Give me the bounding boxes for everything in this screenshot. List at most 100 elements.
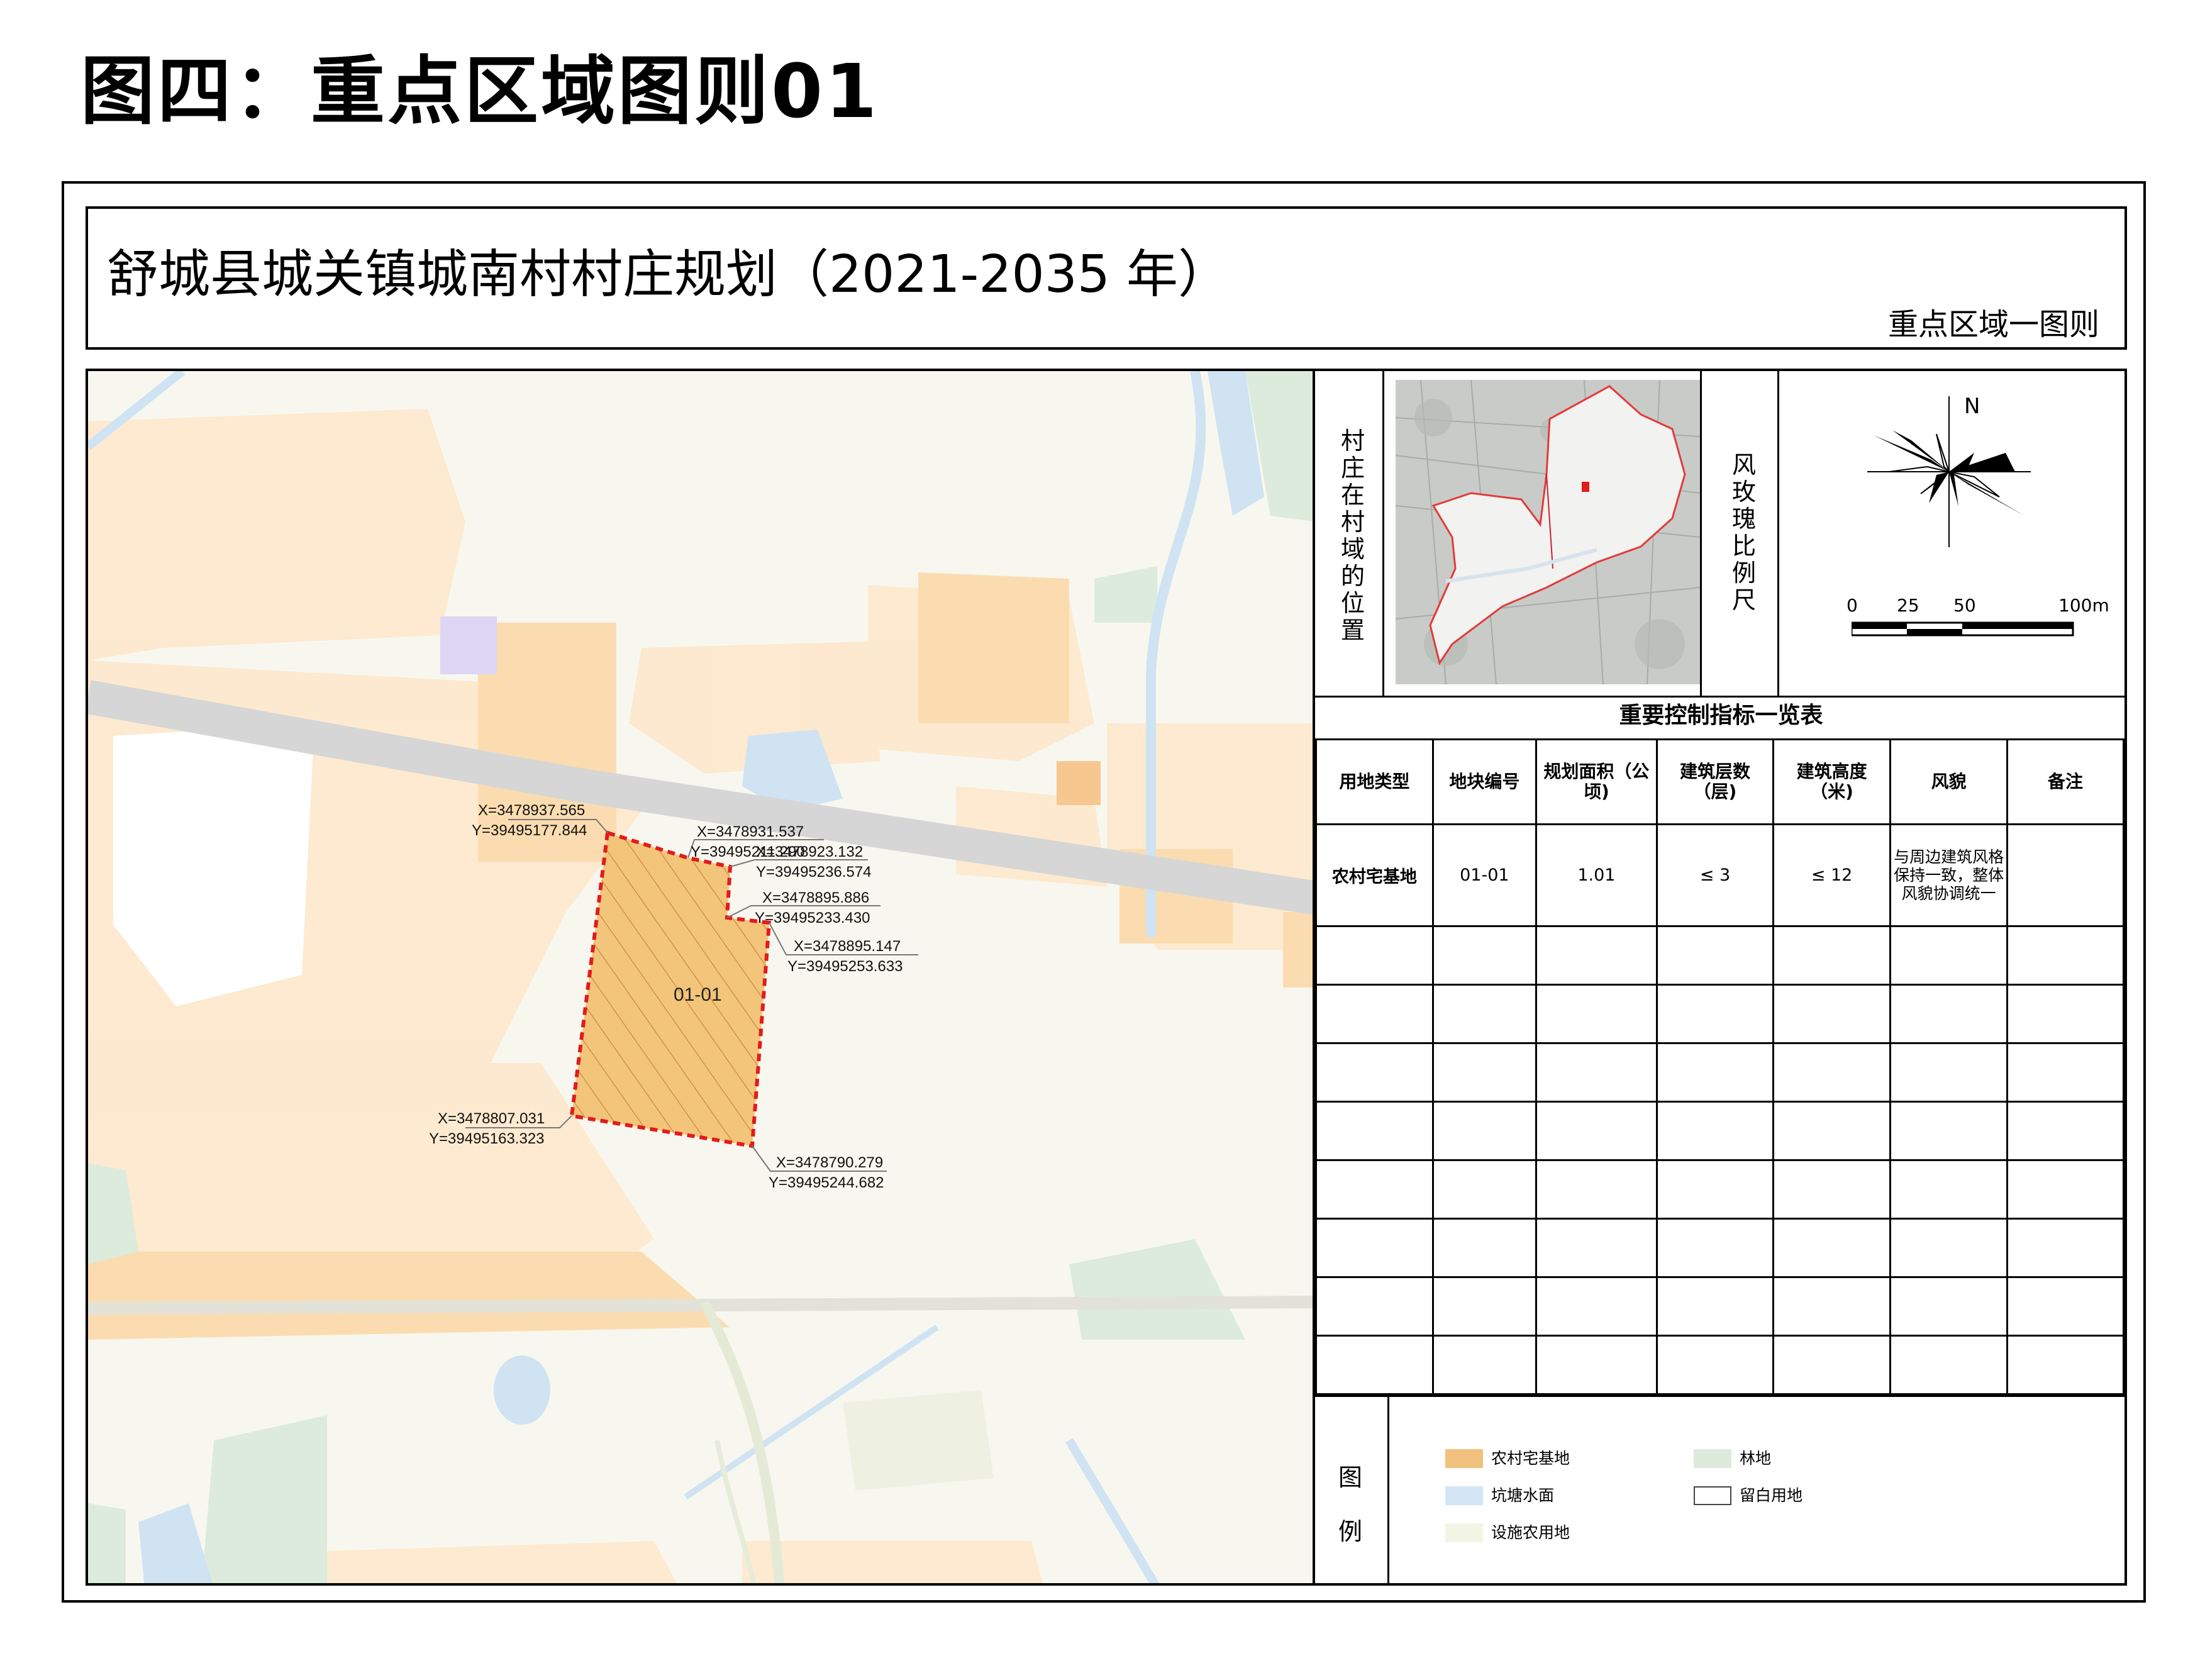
coord-2-x: X=3478931.537 (697, 823, 804, 840)
table-cell-empty (1655, 1042, 1775, 1103)
table-cell-empty (1655, 984, 1775, 1044)
table-row: 农村宅基地 01-01 1.01 ≤ 3 ≤ 12 与周边建筑风格保持一致，整体… (1315, 823, 2124, 927)
table-cell-empty (2006, 1218, 2124, 1278)
rose-scale-label: 风玫瑰比例尺 (1731, 451, 1756, 614)
table-cell-empty (2006, 1101, 2124, 1161)
legend-swatch-pond (1445, 1486, 1483, 1505)
control-table: 用地类型 地块编号 规划面积（公顷) 建筑层数（层) 建筑高度（米) 风貌 备注… (1315, 738, 2124, 1395)
coord-6-x: X=3478807.031 (438, 1110, 545, 1127)
table-cell-empty (1535, 1218, 1658, 1278)
legend-swatch-homestead (1445, 1449, 1483, 1468)
table-row-empty (1315, 1042, 2124, 1103)
table-cell-empty (1655, 1276, 1775, 1337)
cell-height: ≤ 12 (1772, 823, 1892, 927)
table-cell-empty (1889, 1276, 2009, 1337)
map-canvas: X=3478937.565 Y=39495177.844 X=3478931.5… (88, 371, 1313, 1583)
scale-label-100m: 100m (2058, 595, 2109, 616)
table-cell-empty (1889, 1159, 2009, 1220)
coord-5-y: Y=39495253.633 (787, 958, 903, 975)
table-cell-empty (1431, 1218, 1537, 1278)
plan-subtitle: 重点区域一图则 (1887, 307, 2099, 342)
coord-6-y: Y=39495163.323 (429, 1130, 545, 1147)
cell-floors: ≤ 3 (1655, 823, 1775, 927)
coord-7-y: Y=39495244.682 (769, 1174, 884, 1191)
legend-label-reserved: 留白用地 (1740, 1486, 1803, 1505)
table-cell-empty (1655, 1218, 1775, 1278)
table-cell-empty (1315, 1159, 1434, 1220)
header-remarks: 备注 (2006, 738, 2124, 825)
coord-3-x: X=3478923.132 (756, 843, 863, 860)
table-cell-empty (1315, 984, 1434, 1044)
cell-style: 与周边建筑风格保持一致，整体风貌协调统一 (1889, 823, 2009, 927)
coord-1-x: X=3478937.565 (478, 802, 585, 819)
table-cell-empty (1772, 1042, 1892, 1103)
table-cell-empty (1431, 925, 1537, 986)
header-area: 规划面积（公顷) (1535, 738, 1658, 825)
table-cell-empty (1655, 925, 1775, 986)
table-cell-empty (1772, 1335, 1892, 1395)
table-cell-empty (1315, 1218, 1434, 1278)
table-cell-empty (1655, 1159, 1775, 1220)
table-cell-empty (1431, 1276, 1537, 1337)
table-cell-empty (2006, 1042, 2124, 1103)
table-row-empty (1315, 1335, 2124, 1395)
table-cell-empty (2006, 1159, 2124, 1220)
scale-label-50: 50 (1953, 595, 1976, 616)
header-floors: 建筑层数（层) (1655, 738, 1775, 825)
title-box: 舒城县城关镇城南村村庄规划（2021-2035 年） 重点区域一图则 (86, 206, 2127, 350)
page-title: 图四：重点区域图则01 (81, 48, 880, 135)
table-cell-empty (1889, 984, 2009, 1044)
scale-bar (1850, 621, 2075, 638)
table-row-empty (1315, 925, 2124, 986)
table-cell-empty (1655, 1335, 1775, 1395)
legend-label-homestead: 农村宅基地 (1491, 1449, 1570, 1467)
table-title: 重要控制指标一览表 (1619, 703, 1823, 728)
table-cell-empty (1535, 1335, 1658, 1395)
key-area-marker (1582, 482, 1589, 492)
table-row-empty (1315, 1101, 2124, 1161)
table-cell-empty (1535, 1042, 1658, 1103)
table-cell-empty (1315, 1276, 1434, 1337)
table-cell-empty (1431, 1335, 1537, 1395)
north-label: N (1964, 394, 1980, 419)
scale-label-0: 0 (1847, 595, 1858, 616)
table-cell-empty (1535, 1159, 1658, 1220)
legend-label-agri-facility: 设施农用地 (1491, 1523, 1570, 1542)
table-cell-empty (1431, 984, 1537, 1044)
cell-remarks (2006, 823, 2124, 927)
table-row-empty (1315, 1218, 2124, 1278)
legend-title: 图例 (1338, 1464, 1362, 1545)
table-cell-empty (1535, 925, 1658, 986)
coord-4-y: Y=39495233.430 (755, 910, 870, 926)
table-cell-empty (1431, 1101, 1537, 1161)
table-cell-empty (1772, 1218, 1892, 1278)
scale-label-25: 25 (1897, 595, 1919, 616)
legend-swatch-forest (1694, 1449, 1731, 1468)
coord-5-x: X=3478895.147 (794, 938, 901, 955)
table-cell-empty (1889, 1042, 2009, 1103)
table-cell-empty (1535, 1101, 1658, 1161)
table-cell-empty (1889, 1101, 2009, 1161)
coord-4-x: X=3478895.886 (762, 889, 869, 906)
parcel-label: 01-01 (674, 984, 722, 1005)
table-cell-empty (2006, 1335, 2124, 1395)
map-area[interactable]: X=3478937.565 Y=39495177.844 X=3478931.5… (86, 369, 1315, 1586)
header-plot-no: 地块编号 (1431, 738, 1537, 825)
header-land-type: 用地类型 (1315, 738, 1434, 825)
coord-3-y: Y=39495236.574 (756, 864, 872, 881)
table-cell-empty (1889, 1218, 2009, 1278)
table-row-empty (1315, 1276, 2124, 1337)
side-panel: 村庄在村域的位置 风玫瑰比例尺 N 0 25 50 100m 重要控制指标一览表… (1315, 369, 2127, 1586)
table-cell-empty (1772, 1101, 1892, 1161)
table-header-row: 用地类型 地块编号 规划面积（公顷) 建筑层数（层) 建筑高度（米) 风貌 备注 (1315, 738, 2124, 825)
table-cell-empty (1535, 1276, 1658, 1337)
table-cell-empty (1889, 925, 2009, 986)
table-cell-empty (1772, 1276, 1892, 1337)
purple-parcel (440, 616, 497, 674)
table-cell-empty (1535, 984, 1658, 1044)
plan-title: 舒城县城关镇城南村村庄规划（2021-2035 年） (107, 245, 1230, 304)
table-cell-empty (1315, 1101, 1434, 1161)
table-cell-empty (2006, 984, 2124, 1044)
table-cell-empty (1315, 1335, 1434, 1395)
table-cell-empty (1431, 1042, 1537, 1103)
